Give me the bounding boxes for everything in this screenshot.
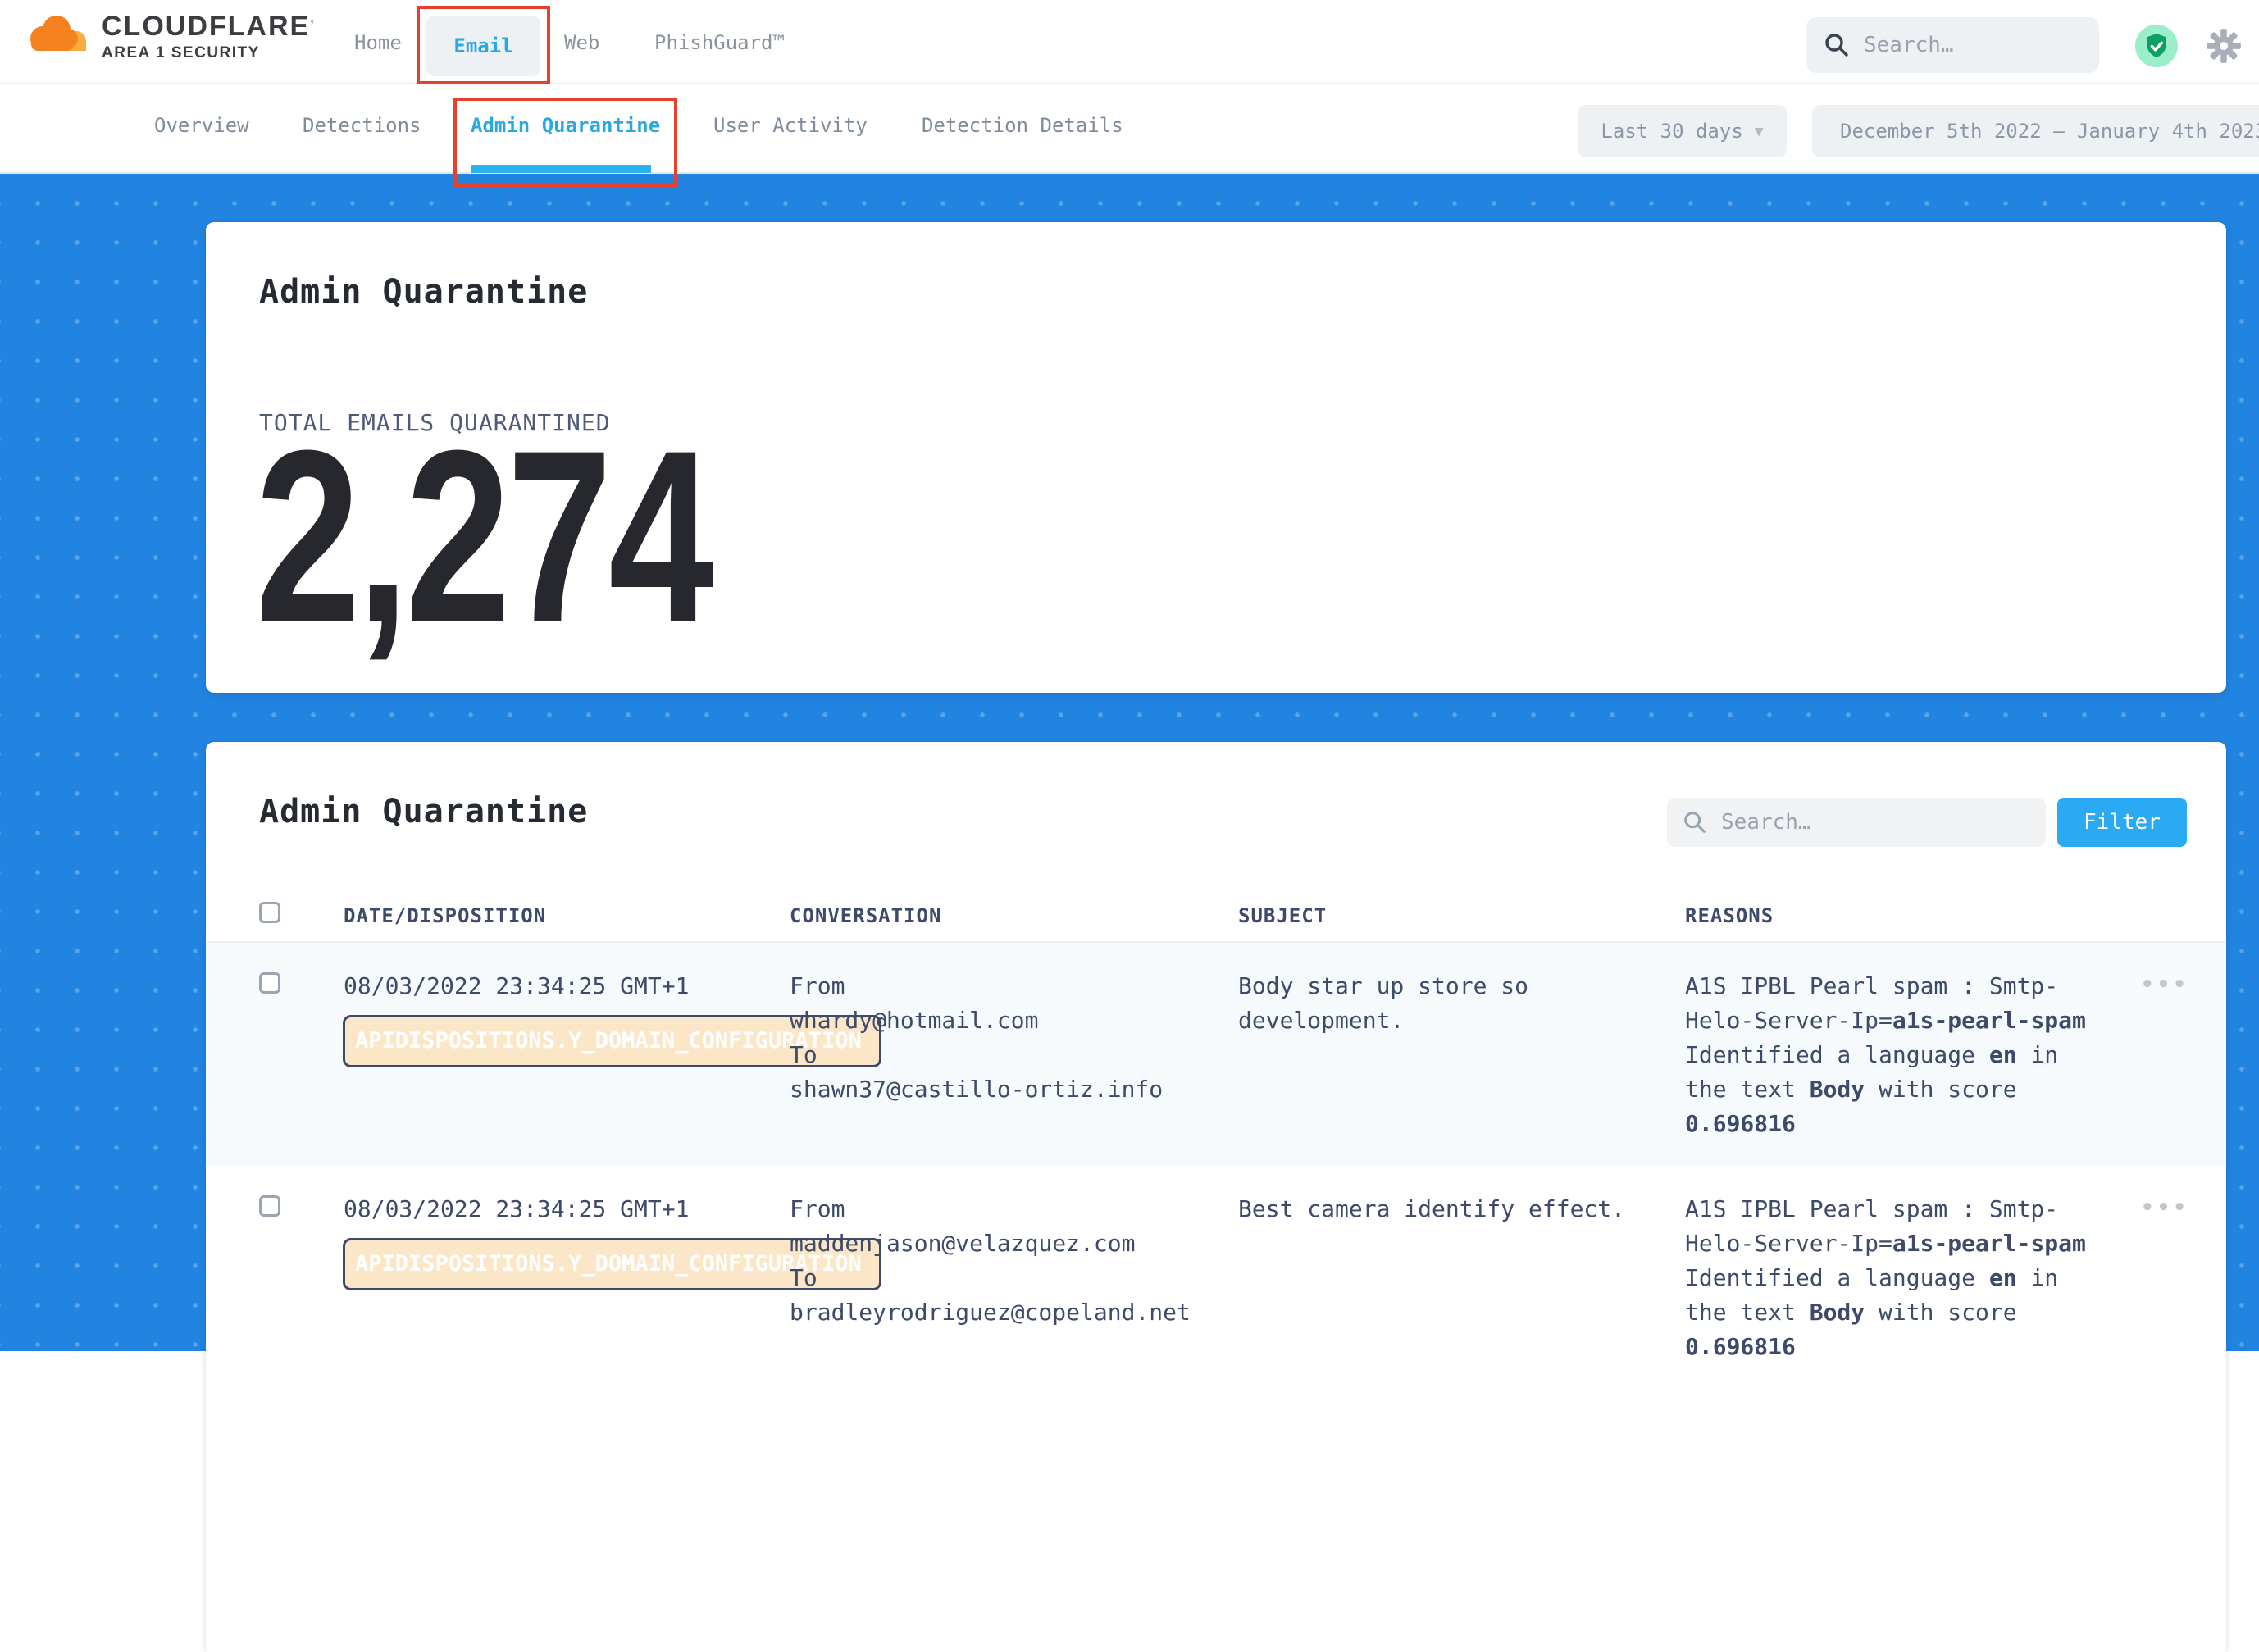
table-card-title: Admin Quarantine (259, 793, 588, 831)
row-reasons: A1S IPBL Pearl spam : Smtp-Helo-Server-I… (1685, 1192, 2086, 1364)
tab-overview[interactable]: Overview (154, 114, 249, 137)
select-all-checkbox[interactable] (259, 902, 280, 923)
security-status-icon[interactable] (2135, 25, 2178, 67)
email-section-tabs: Overview Detections Admin Quarantine Use… (0, 84, 2259, 174)
column-header-reasons: REASONS (1685, 904, 1774, 927)
row-date: 08/03/2022 23:34:25 GMT+1 (344, 969, 689, 1003)
to-label: To (790, 1261, 1191, 1295)
row-subject: Best camera identify effect. (1238, 1192, 1625, 1226)
chevron-down-icon: ▼ (1755, 123, 1764, 140)
nav-item-web[interactable]: Web (564, 31, 599, 54)
row-subject: Body star up store sodevelopment. (1238, 969, 1528, 1038)
active-tab-indicator (471, 165, 651, 173)
global-search[interactable] (1806, 17, 2099, 73)
date-range-display[interactable]: December 5th 2022 — January 4th 2023 (1812, 105, 2259, 157)
column-header-subject: SUBJECT (1238, 904, 1327, 927)
from-label: From (790, 969, 1163, 1003)
tab-user-activity[interactable]: User Activity (713, 114, 868, 137)
tab-detection-details[interactable]: Detection Details (922, 114, 1123, 137)
tab-admin-quarantine[interactable]: Admin Quarantine (471, 114, 660, 137)
quarantine-stats-card: Admin Quarantine TOTAL EMAILS QUARANTINE… (206, 222, 2226, 693)
logo-trademark: ’ (310, 19, 315, 33)
table-row: 08/03/2022 23:34:25 GMT+1 APIDISPOSITION… (206, 1166, 2226, 1652)
filter-button[interactable]: Filter (2057, 798, 2187, 847)
from-address: maddenjason@velazquez.com (790, 1226, 1191, 1261)
search-icon (1682, 809, 1708, 835)
global-search-input[interactable] (1864, 33, 2083, 57)
to-address: bradleyrodriguez@copeland.net (790, 1295, 1191, 1330)
row-checkbox[interactable] (259, 1195, 280, 1217)
row-checkbox[interactable] (259, 972, 280, 994)
cloudflare-cloud-icon (25, 10, 92, 57)
row-actions-menu-icon[interactable]: ••• (2141, 972, 2189, 997)
page-background: Admin Quarantine TOTAL EMAILS QUARANTINE… (0, 174, 2259, 1351)
table-search-input[interactable] (1721, 810, 2031, 835)
row-reasons: A1S IPBL Pearl spam : Smtp-Helo-Server-I… (1685, 969, 2086, 1141)
time-range-label: Last 30 days (1601, 120, 1742, 143)
tab-detections[interactable]: Detections (303, 114, 421, 137)
row-date: 08/03/2022 23:34:25 GMT+1 (344, 1192, 689, 1226)
nav-item-phishguard[interactable]: PhishGuard™ (654, 31, 785, 54)
to-address: shawn37@castillo-ortiz.info (790, 1072, 1163, 1107)
date-range-text: December 5th 2022 — January 4th 2023 (1840, 120, 2259, 143)
table-search[interactable] (1667, 798, 2046, 847)
cloudflare-logo: CLOUDFLARE’ AREA 1 SECURITY (25, 10, 316, 64)
nav-item-home[interactable]: Home (354, 31, 402, 54)
column-header-conversation: CONVERSATION (790, 904, 941, 927)
table-row: 08/03/2022 23:34:25 GMT+1 APIDISPOSITION… (206, 943, 2226, 1166)
logo-brand-text: CLOUDFLARE (102, 11, 310, 42)
logo-subtitle: AREA 1 SECURITY (102, 43, 316, 64)
to-label: To (790, 1038, 1163, 1072)
stats-card-title: Admin Quarantine (259, 273, 588, 311)
row-actions-menu-icon[interactable]: ••• (2141, 1195, 2189, 1220)
total-quarantined-value: 2,274 (255, 413, 846, 659)
time-range-dropdown[interactable]: Last 30 days ▼ (1578, 105, 1787, 157)
settings-gear-icon[interactable] (2206, 28, 2242, 64)
row-conversation: From maddenjason@velazquez.com To bradle… (790, 1192, 1191, 1330)
column-header-date: DATE/DISPOSITION (344, 904, 546, 927)
top-header: CLOUDFLARE’ AREA 1 SECURITY Home Email W… (0, 0, 2259, 84)
quarantine-table-card: Admin Quarantine Filter DATE/DISPOSITION… (206, 742, 2226, 1652)
search-icon (1823, 31, 1851, 59)
nav-item-email[interactable]: Email (426, 16, 540, 76)
from-label: From (790, 1192, 1191, 1226)
row-conversation: From whardy@hotmail.com To shawn37@casti… (790, 969, 1163, 1107)
from-address: whardy@hotmail.com (790, 1003, 1163, 1038)
